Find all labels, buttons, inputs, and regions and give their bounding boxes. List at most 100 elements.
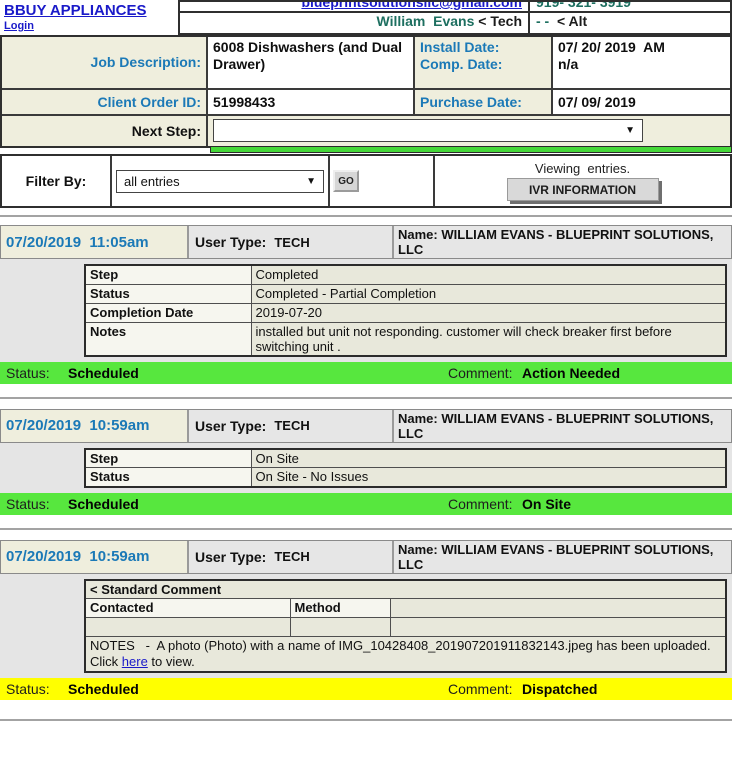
table-row: Step On Site (85, 449, 726, 468)
entry-name: Name: WILLIAM EVANS - BLUEPRINT SOLUTION… (394, 410, 731, 442)
status-bar: Status: Scheduled Comment: Dispatched (0, 678, 732, 700)
comp-date-label: Comp. Date: (420, 56, 546, 73)
row-value: 2019-07-20 (251, 303, 726, 322)
row-value: On Site (251, 449, 726, 468)
email-link[interactable]: blueprintsolutionsllc@gmail.com (301, 2, 522, 10)
name-value: WILLIAM EVANS - BLUEPRINT SOLUTIONS, LLC (398, 542, 713, 572)
store-link[interactable]: BBUY APPLIANCES (4, 2, 178, 19)
notes-text-after: to view. (148, 654, 195, 669)
go-button[interactable]: GO (333, 170, 359, 192)
install-comp-values: 07/ 20/ 2019 AM n/a (553, 37, 730, 88)
dropdown-arrow-icon: ▼ (306, 176, 316, 187)
user-type-label: User Type: (195, 549, 266, 565)
job-description-value: 6008 Dishwashers (and Dual Drawer) (208, 37, 415, 88)
entry-name: Name: WILLIAM EVANS - BLUEPRINT SOLUTION… (394, 541, 731, 573)
method-header: Method (290, 599, 390, 618)
user-type-value: TECH (274, 418, 309, 433)
row-label: Notes (85, 322, 251, 356)
alt-cell: - - < Alt (530, 13, 730, 33)
table-row: Status On Site - No Issues (85, 468, 726, 487)
user-type-value: TECH (274, 235, 309, 250)
install-date-label: Install Date: (420, 39, 546, 56)
row-label: Step (85, 449, 251, 468)
status-bar: Status: Scheduled Comment: On Site (0, 493, 732, 515)
name-value: WILLIAM EVANS - BLUEPRINT SOLUTIONS, LLC (398, 227, 713, 257)
dropdown-arrow-icon: ▼ (625, 125, 635, 136)
tech-role-label: < Tech (478, 13, 522, 29)
history-entry: 07/20/2019 11:05am User Type: TECH Name:… (0, 225, 732, 384)
entry-detail-table: < Standard Comment Contacted Method NOTE… (84, 579, 727, 674)
history-entry: 07/20/2019 10:59am User Type: TECH Name:… (0, 540, 732, 701)
row-value: On Site - No Issues (251, 468, 726, 487)
status-value: Scheduled (68, 365, 448, 381)
next-step-row: Next Step: ▼ (2, 116, 730, 146)
install-date-value: 07/ 20/ 2019 AM (558, 39, 725, 56)
filter-bar: Filter By: all entries ▼ GO Viewing entr… (0, 154, 732, 208)
table-row: < Standard Comment (85, 580, 726, 599)
comment-value: Action Needed (522, 365, 620, 381)
comment-label: Comment: (448, 496, 522, 512)
table-row: Step Completed (85, 265, 726, 284)
entry-detail-table: Step On Site Status On Site - No Issues (84, 448, 727, 488)
install-comp-labels: Install Date: Comp. Date: (415, 37, 553, 88)
name-label: Name: (398, 542, 438, 557)
entry-timestamp: 07/20/2019 10:59am (1, 541, 189, 573)
name-value: WILLIAM EVANS - BLUEPRINT SOLUTIONS, LLC (398, 411, 713, 441)
name-label: Name: (398, 227, 438, 242)
separator (0, 528, 732, 530)
go-cell: GO (330, 156, 435, 206)
next-step-cell: ▼ (208, 116, 730, 146)
viewing-entries-text: Viewing entries. (535, 161, 630, 176)
separator (0, 215, 732, 217)
name-label: Name: (398, 411, 438, 426)
entry-user-type: User Type: TECH (189, 226, 394, 258)
alt-dashes: - - (536, 13, 553, 29)
entry-detail-table: Step Completed Status Completed - Partia… (84, 264, 727, 357)
notes-cell: NOTES - A photo (Photo) with a name of I… (85, 637, 726, 673)
entry-timestamp: 07/20/2019 11:05am (1, 226, 189, 258)
user-type-label: User Type: (195, 418, 266, 434)
empty-value-cell (390, 618, 726, 637)
comment-value: Dispatched (522, 681, 597, 697)
user-type-label: User Type: (195, 234, 266, 250)
login-link[interactable]: Login (4, 20, 178, 32)
tech-cell: William Evans < Tech (180, 13, 530, 33)
job-info-table: Job Description: 6008 Dishwashers (and D… (0, 35, 732, 146)
comp-date-value: n/a (558, 56, 725, 73)
separator (0, 719, 732, 721)
table-row: NOTES - A photo (Photo) with a name of I… (85, 637, 726, 673)
entry-body: Step On Site Status On Site - No Issues (0, 443, 732, 493)
next-step-label: Next Step: (2, 116, 208, 146)
empty-header-cell (390, 599, 726, 618)
contacted-header: Contacted (85, 599, 290, 618)
green-progress-line (210, 146, 732, 153)
ivr-information-button[interactable]: IVR INFORMATION (507, 178, 659, 201)
row-value: installed but unit not responding. custo… (251, 322, 726, 356)
client-order-row: Client Order ID: 51998433 Purchase Date:… (2, 90, 730, 116)
top-header: BBUY APPLIANCES Login blueprintsolutions… (0, 0, 732, 35)
row-value: Completed (251, 265, 726, 284)
method-value (290, 618, 390, 637)
standard-comment-header: < Standard Comment (85, 580, 726, 599)
job-description-row: Job Description: 6008 Dishwashers (and D… (2, 37, 730, 90)
table-row: Status Completed - Partial Completion (85, 284, 726, 303)
entry-header: 07/20/2019 11:05am User Type: TECH Name:… (0, 225, 732, 259)
filter-select[interactable]: all entries ▼ (116, 170, 324, 193)
row-label: Completion Date (85, 303, 251, 322)
filter-select-cell: all entries ▼ (112, 156, 330, 206)
phone-number: 919- 321- 3919 (530, 2, 730, 11)
purchase-date-value: 07/ 09/ 2019 (553, 90, 730, 114)
green-underline (0, 146, 732, 153)
status-label: Status: (0, 365, 68, 381)
entry-name: Name: WILLIAM EVANS - BLUEPRINT SOLUTION… (394, 226, 731, 258)
entry-header: 07/20/2019 10:59am User Type: TECH Name:… (0, 540, 732, 574)
status-value: Scheduled (68, 681, 448, 697)
viewing-cell: Viewing entries. IVR INFORMATION (435, 156, 730, 206)
status-label: Status: (0, 496, 68, 512)
entry-user-type: User Type: TECH (189, 410, 394, 442)
next-step-select[interactable]: ▼ (213, 119, 643, 142)
row-value: Completed - Partial Completion (251, 284, 726, 303)
comment-label: Comment: (448, 681, 522, 697)
photo-here-link[interactable]: here (122, 654, 148, 669)
tech-name: William Evans (376, 13, 474, 29)
